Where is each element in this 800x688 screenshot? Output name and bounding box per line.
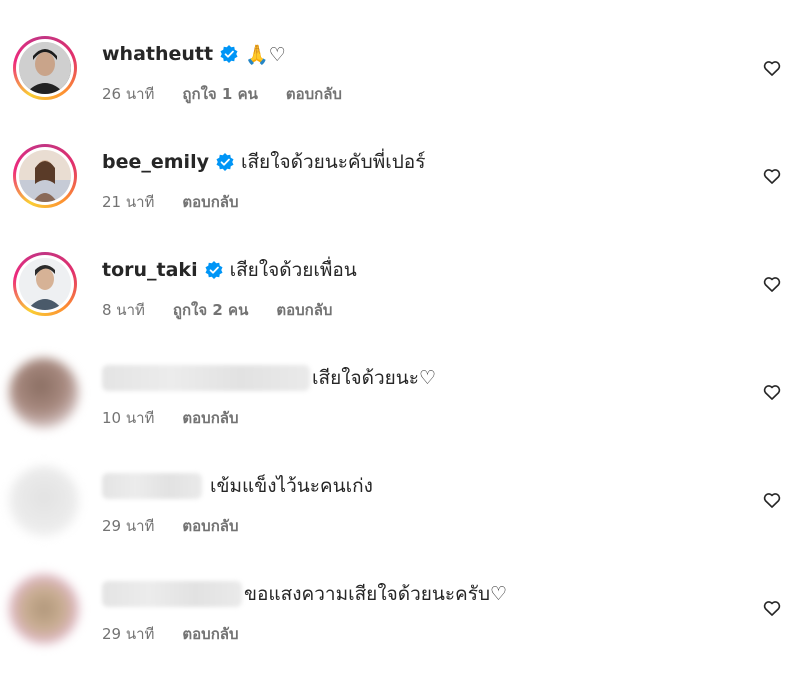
avatar[interactable] xyxy=(9,466,79,536)
username[interactable]: bee_emily xyxy=(102,151,209,173)
comment-time: 26 นาที xyxy=(102,85,155,103)
blurred-username xyxy=(102,365,310,391)
avatar[interactable] xyxy=(13,144,77,208)
comment-item: bee_emily เสียใจด้วยนะคับพี่เปอร์ 21 นาท… xyxy=(0,144,800,244)
avatar-photo xyxy=(19,258,71,310)
avatar-photo xyxy=(19,150,71,202)
avatar[interactable] xyxy=(9,358,79,428)
comment-item: เข้มแข็งไว้นะคนเก่ง 29 นาที ตอบกลับ xyxy=(0,466,800,568)
avatar-photo xyxy=(19,42,71,94)
comment-text: ขอแสงความเสียใจด้วยนะครับ♡ xyxy=(244,583,508,605)
comment-text: เสียใจด้วยเพื่อน xyxy=(229,259,357,281)
reply-button[interactable]: ตอบกลับ xyxy=(276,298,332,322)
comment-text: เสียใจด้วยนะคับพี่เปอร์ xyxy=(240,151,426,173)
blurred-username xyxy=(102,581,242,607)
verified-badge-icon xyxy=(216,153,234,171)
comment-text: 🙏♡ xyxy=(245,43,286,66)
comment-item: เสียใจด้วยนะ♡ 10 นาที ตอบกลับ xyxy=(0,358,800,460)
comment-text: เข้มแข็งไว้นะคนเก่ง xyxy=(210,475,373,497)
verified-badge-icon xyxy=(205,261,223,279)
comment-time: 29 นาที xyxy=(102,625,155,643)
blurred-username xyxy=(102,473,202,499)
comment-text: เสียใจด้วยนะ♡ xyxy=(312,367,437,389)
avatar[interactable] xyxy=(9,574,79,644)
heart-outline-icon[interactable] xyxy=(762,382,782,402)
comment-time: 10 นาที xyxy=(102,409,155,427)
comment-item: whatheutt 🙏♡ 26 นาที ถูกใจ 1 คน ตอบกลับ xyxy=(0,36,800,136)
comment-item: ขอแสงความเสียใจด้วยนะครับ♡ 29 นาที ตอบกล… xyxy=(0,574,800,676)
avatar[interactable] xyxy=(13,252,77,316)
comment-item: toru_taki เสียใจด้วยเพื่อน 8 นาที ถูกใจ … xyxy=(0,252,800,352)
heart-outline-icon[interactable] xyxy=(762,58,782,78)
heart-outline-icon[interactable] xyxy=(762,274,782,294)
comment-time: 29 นาที xyxy=(102,517,155,535)
heart-outline-icon[interactable] xyxy=(762,598,782,618)
heart-outline-icon[interactable] xyxy=(762,490,782,510)
avatar[interactable] xyxy=(13,36,77,100)
reply-button[interactable]: ตอบกลับ xyxy=(182,622,238,646)
reply-button[interactable]: ตอบกลับ xyxy=(182,514,238,538)
comment-time: 21 นาที xyxy=(102,193,155,211)
reply-button[interactable]: ตอบกลับ xyxy=(182,190,238,214)
likes-count[interactable]: ถูกใจ 2 คน xyxy=(173,298,248,322)
username[interactable]: toru_taki xyxy=(102,259,198,281)
reply-button[interactable]: ตอบกลับ xyxy=(286,82,342,106)
verified-badge-icon xyxy=(220,45,238,63)
comment-time: 8 นาที xyxy=(102,301,145,319)
heart-outline-icon[interactable] xyxy=(762,166,782,186)
reply-button[interactable]: ตอบกลับ xyxy=(182,406,238,430)
username[interactable]: whatheutt xyxy=(102,43,213,65)
likes-count[interactable]: ถูกใจ 1 คน xyxy=(182,82,257,106)
